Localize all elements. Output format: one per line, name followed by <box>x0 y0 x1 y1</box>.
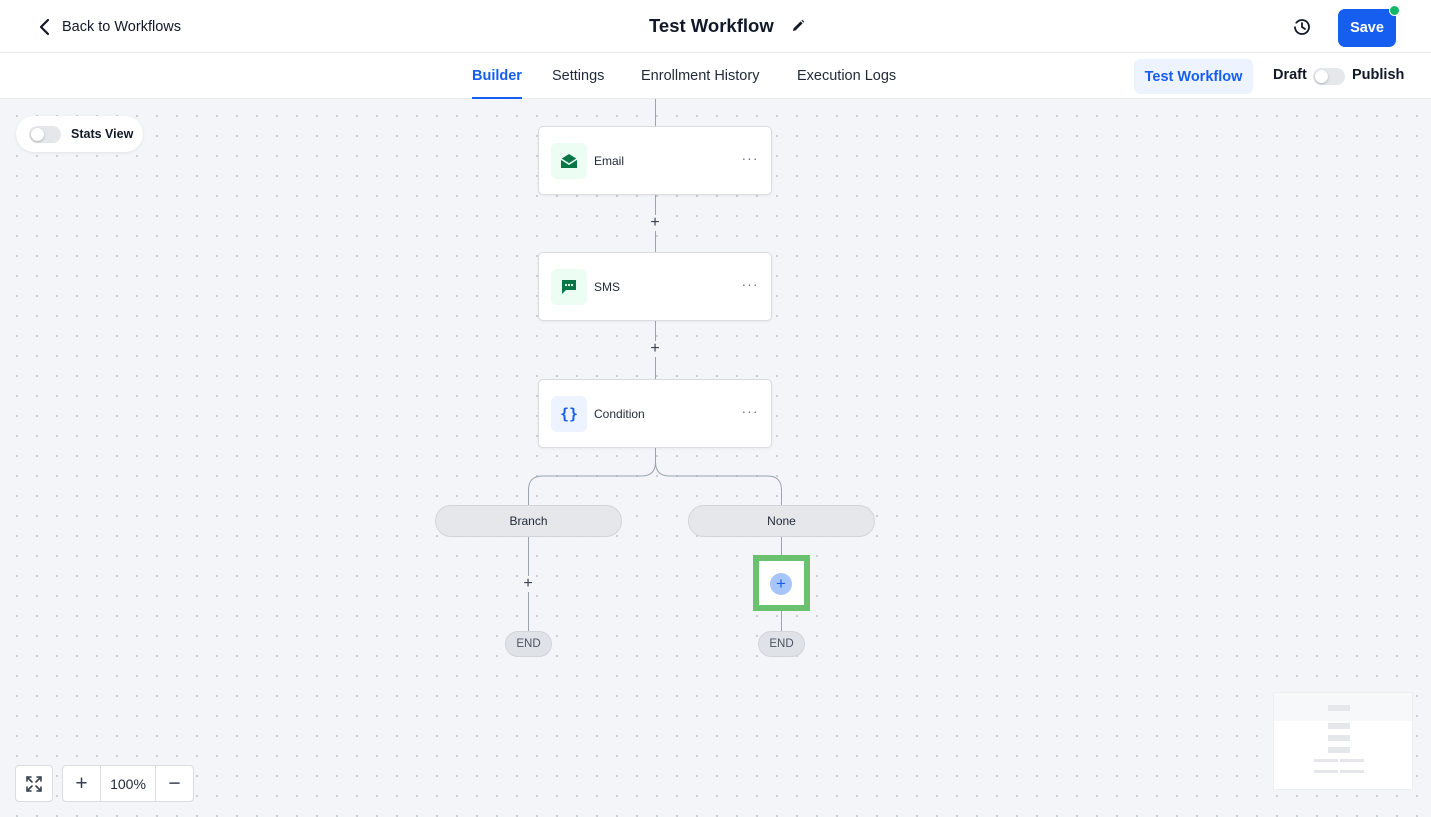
chevron-left-icon <box>39 18 50 36</box>
add-step-button-highlighted[interactable]: + <box>770 573 792 595</box>
fit-view-button[interactable] <box>15 765 53 802</box>
minimap-branch <box>1314 759 1338 762</box>
more-options-icon[interactable]: ··· <box>741 277 759 295</box>
more-options-icon[interactable]: ··· <box>741 151 759 169</box>
publish-toggle[interactable] <box>1313 68 1345 85</box>
minimap-node <box>1328 723 1350 729</box>
minimap-end <box>1340 770 1364 773</box>
tab-builder[interactable]: Builder <box>472 53 522 99</box>
draft-label: Draft <box>1273 67 1307 83</box>
test-workflow-button[interactable]: Test Workflow <box>1134 59 1253 94</box>
tab-bar: Builder Settings Enrollment History Exec… <box>0 53 1431 99</box>
back-label: Back to Workflows <box>62 19 181 35</box>
branch-pill-branch[interactable]: Branch <box>435 505 622 537</box>
more-options-icon[interactable]: ··· <box>741 404 759 422</box>
zoom-level: 100% <box>100 766 156 801</box>
add-step-button[interactable]: + <box>520 576 536 592</box>
email-node[interactable]: Email ··· <box>538 126 772 195</box>
add-step-button[interactable]: + <box>647 215 663 231</box>
node-label: SMS <box>594 280 621 294</box>
node-label: Email <box>594 154 625 168</box>
sms-node[interactable]: SMS ··· <box>538 252 772 321</box>
tab-execution-logs[interactable]: Execution Logs <box>797 53 896 99</box>
end-badge: END <box>505 631 552 657</box>
back-to-workflows-link[interactable]: Back to Workflows <box>38 14 181 40</box>
add-step-button[interactable]: + <box>647 341 663 357</box>
condition-icon: {} <box>551 396 587 432</box>
history-icon[interactable] <box>1292 17 1312 37</box>
email-icon <box>551 143 587 179</box>
node-label: Condition <box>594 407 645 421</box>
minimap-node <box>1328 735 1350 741</box>
zoom-controls: + 100% − <box>62 765 194 802</box>
pencil-icon[interactable] <box>790 18 806 34</box>
expand-icon <box>26 775 42 792</box>
unsaved-status-dot <box>1389 5 1400 16</box>
stats-view-toggle[interactable] <box>29 125 61 143</box>
tab-enrollment-history[interactable]: Enrollment History <box>641 53 759 99</box>
tab-settings[interactable]: Settings <box>552 53 604 99</box>
minimap[interactable] <box>1273 692 1413 790</box>
top-header: Back to Workflows Test Workflow Save <box>0 0 1431 53</box>
minimap-node <box>1328 705 1350 711</box>
zoom-out-button[interactable]: − <box>156 766 193 801</box>
stats-view-label: Stats View <box>71 127 134 141</box>
zoom-in-button[interactable]: + <box>63 766 100 801</box>
connector-lines <box>528 99 782 631</box>
minimap-branch <box>1340 759 1364 762</box>
stats-view-control: Stats View <box>16 116 143 152</box>
minimap-end <box>1314 770 1338 773</box>
sms-icon <box>551 269 587 305</box>
workflow-title: Test Workflow <box>649 15 774 36</box>
workflow-canvas[interactable]: Stats View Email ··· + SMS ··· + {} Cond… <box>0 99 1431 817</box>
workflow-title-group: Test Workflow <box>649 12 806 40</box>
minimap-node <box>1328 747 1350 753</box>
condition-node[interactable]: {} Condition ··· <box>538 379 772 448</box>
end-badge: END <box>758 631 805 657</box>
branch-pill-none[interactable]: None <box>688 505 875 537</box>
publish-label: Publish <box>1352 67 1405 83</box>
save-button[interactable]: Save <box>1338 9 1396 47</box>
